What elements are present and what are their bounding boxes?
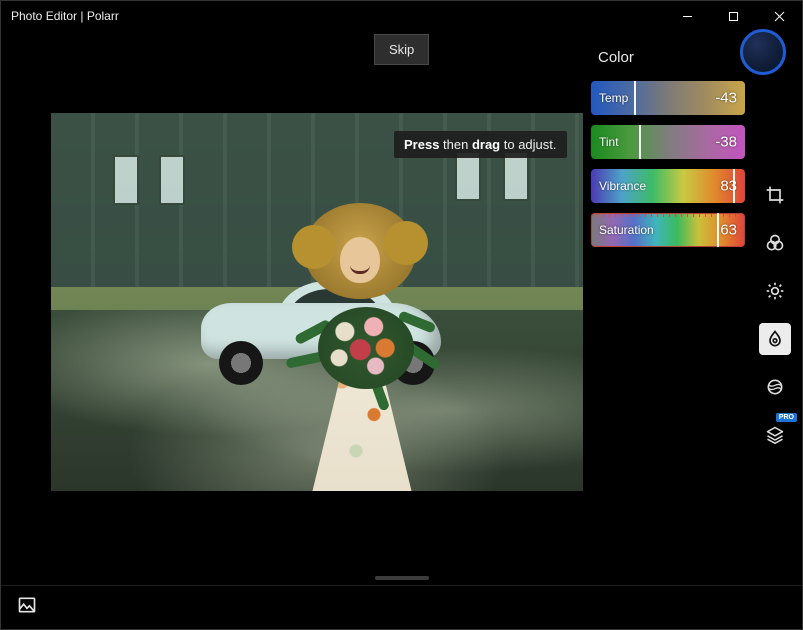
maximize-button[interactable] [710, 1, 756, 31]
slider-label: Tint [599, 135, 619, 149]
minimize-button[interactable] [664, 1, 710, 31]
scene-window [503, 151, 529, 201]
open-image-button[interactable] [17, 595, 37, 620]
crop-icon [765, 185, 785, 205]
liquid-tool[interactable] [759, 323, 791, 355]
color-adjust-icon [765, 233, 785, 253]
scene-window [455, 151, 481, 201]
pro-badge: PRO [776, 413, 797, 422]
panel-header-color: Color [598, 49, 634, 66]
close-button[interactable] [756, 1, 802, 31]
layers-tool[interactable]: PRO [759, 419, 791, 451]
tooltip-bold: drag [472, 137, 500, 152]
tooltip-text: then [439, 137, 472, 152]
photo-canvas[interactable] [51, 113, 583, 491]
slider-vibrance[interactable]: Vibrance 83 [591, 169, 745, 203]
liquid-icon [765, 329, 785, 349]
layers-icon [765, 425, 785, 445]
bottom-bar [1, 585, 802, 629]
color-adjust-tool[interactable] [759, 227, 791, 259]
slider-value: 63 [720, 222, 737, 239]
crop-tool[interactable] [759, 179, 791, 211]
light-icon [765, 281, 785, 301]
tutorial-tooltip: Press then drag to adjust. [394, 131, 567, 158]
slider-saturation[interactable]: Saturation 63 [591, 213, 745, 247]
slider-value: -43 [715, 90, 737, 107]
image-icon [17, 595, 37, 615]
titlebar: Photo Editor | Polarr [1, 1, 802, 31]
slider-temp[interactable]: Temp -43 [591, 81, 745, 115]
slider-handle[interactable] [639, 125, 641, 159]
slider-handle[interactable] [717, 213, 719, 247]
window-title: Photo Editor | Polarr [1, 9, 119, 23]
scene-window [159, 155, 185, 205]
tooltip-bold: Press [404, 137, 439, 152]
light-tool[interactable] [759, 275, 791, 307]
preview-color-ring[interactable] [740, 29, 786, 75]
effects-tool[interactable] [759, 371, 791, 403]
slider-tint[interactable]: Tint -38 [591, 125, 745, 159]
slider-label: Saturation [599, 223, 654, 237]
right-toolbar: PRO [758, 179, 792, 451]
effects-icon [765, 377, 785, 397]
slider-handle[interactable] [733, 169, 735, 203]
scene-window [113, 155, 139, 205]
color-sliders: Temp -43 Tint -38 Vibrance 83 Saturation… [591, 81, 745, 247]
tooltip-text: to adjust. [500, 137, 556, 152]
scene-person [296, 203, 426, 483]
slider-label: Vibrance [599, 179, 646, 193]
slider-label: Temp [599, 91, 628, 105]
slider-handle[interactable] [634, 81, 636, 115]
slider-ticks [591, 214, 745, 217]
scroll-indicator[interactable] [375, 576, 429, 580]
slider-value: -38 [715, 134, 737, 151]
skip-button[interactable]: Skip [374, 34, 429, 65]
window-controls [664, 1, 802, 31]
